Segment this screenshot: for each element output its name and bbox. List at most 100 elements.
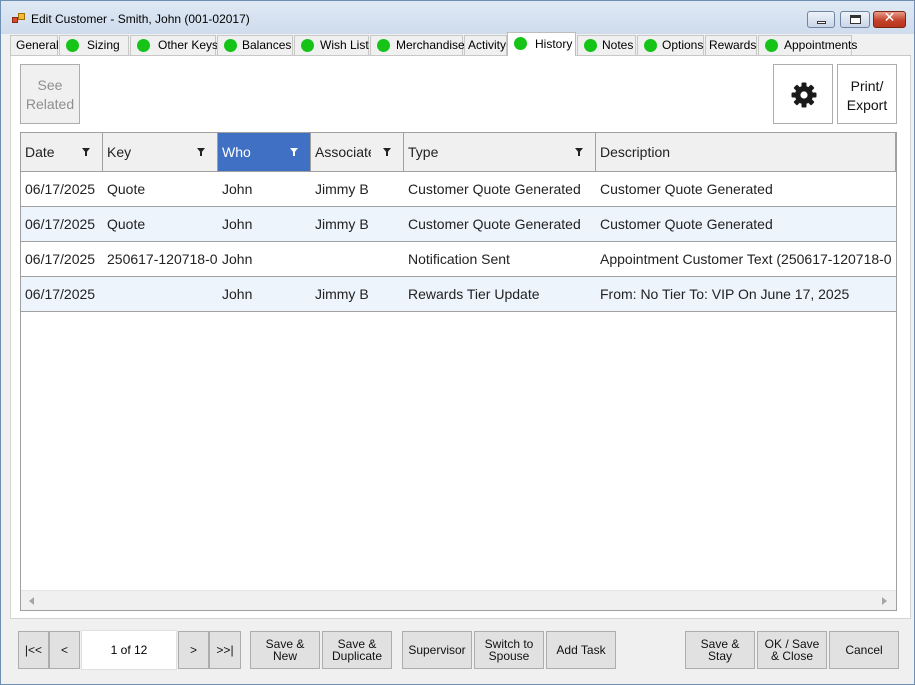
- cell-date: 06/17/2025: [25, 181, 96, 197]
- minimize-button[interactable]: [807, 11, 835, 28]
- tab-sizing[interactable]: Sizing: [59, 35, 129, 55]
- tab-activity[interactable]: Activity: [464, 35, 507, 55]
- grid-header: Date Key Who Associate Type Description: [21, 133, 896, 172]
- button-label-line2: New: [272, 649, 297, 663]
- first-page-button[interactable]: |<<: [18, 631, 49, 669]
- filter-icon[interactable]: [82, 148, 90, 156]
- button-label-line2: Duplicate: [331, 649, 383, 663]
- tab-other-keys[interactable]: Other Keys: [130, 35, 218, 55]
- see-related-button[interactable]: See Related: [20, 64, 80, 124]
- button-label-line2: Stay: [707, 649, 732, 663]
- settings-button[interactable]: [773, 64, 833, 124]
- filter-icon[interactable]: [197, 148, 205, 156]
- button-label-line2: & Close: [770, 649, 814, 663]
- cancel-button[interactable]: Cancel: [829, 631, 899, 669]
- column-label: Associate: [315, 144, 371, 160]
- status-dot-icon: [377, 39, 390, 52]
- history-grid[interactable]: Date Key Who Associate Type Description: [20, 132, 897, 611]
- tab-rewards[interactable]: Rewards: [705, 35, 757, 55]
- print-export-button[interactable]: Print/ Export: [837, 64, 897, 124]
- tab-options[interactable]: Options: [637, 35, 704, 55]
- app-icon: [12, 13, 26, 25]
- column-header-type[interactable]: Type: [404, 133, 596, 171]
- cell-date: 06/17/2025: [25, 251, 96, 267]
- table-row[interactable]: 06/17/2025 Quote John Jimmy B Customer Q…: [21, 172, 896, 207]
- close-icon: ✕: [883, 10, 896, 26]
- column-header-date[interactable]: Date: [21, 133, 103, 171]
- window-title: Edit Customer - Smith, John (001-02017): [31, 12, 250, 26]
- tab-merchandise[interactable]: Merchandise: [370, 35, 465, 55]
- filter-icon[interactable]: [290, 148, 298, 156]
- status-dot-icon: [514, 37, 527, 50]
- table-row[interactable]: 06/17/2025 250617-120718-0 John Notifica…: [21, 242, 896, 277]
- column-header-description[interactable]: Description: [596, 133, 896, 171]
- tab-label: Options: [662, 38, 704, 52]
- cell-type: Rewards Tier Update: [408, 286, 540, 302]
- tab-label: Wish List: [320, 38, 369, 52]
- cell-description: Customer Quote Generated: [600, 181, 773, 197]
- tab-general[interactable]: General: [10, 35, 59, 55]
- tab-wish-list[interactable]: Wish List: [294, 35, 369, 55]
- save-and-stay-button[interactable]: Save & Stay: [685, 631, 755, 669]
- ok-save-close-button[interactable]: OK / Save & Close: [757, 631, 827, 669]
- cell-who: John: [222, 181, 253, 197]
- table-row[interactable]: 06/17/2025 John Jimmy B Rewards Tier Upd…: [21, 277, 896, 312]
- column-label: Type: [408, 144, 439, 160]
- cell-associate: Jimmy B: [315, 181, 369, 197]
- cell-who: John: [222, 286, 253, 302]
- cell-key: [103, 277, 218, 311]
- horizontal-scrollbar[interactable]: [21, 590, 896, 610]
- cell-key: Quote: [107, 181, 146, 197]
- button-label-line2: Spouse: [488, 649, 530, 663]
- filter-icon[interactable]: [575, 148, 583, 156]
- gear-icon: [791, 82, 817, 108]
- maximize-icon: [850, 15, 861, 24]
- cell-associate: [311, 242, 404, 276]
- cell-key: 250617-120718-0: [107, 251, 218, 267]
- title-bar: Edit Customer - Smith, John (001-02017) …: [1, 1, 914, 34]
- tab-label: Appointments: [784, 38, 858, 52]
- table-row[interactable]: 06/17/2025 Quote John Jimmy B Customer Q…: [21, 207, 896, 242]
- scroll-right-icon[interactable]: [882, 597, 887, 605]
- cell-who: John: [222, 216, 253, 232]
- close-button[interactable]: ✕: [873, 10, 906, 28]
- tab-label: Notes: [602, 38, 634, 52]
- tab-balances[interactable]: Balances: [217, 35, 293, 55]
- switch-to-spouse-button[interactable]: Switch to Spouse: [474, 631, 544, 669]
- page-indicator: 1 of 12: [81, 630, 177, 670]
- scroll-left-icon[interactable]: [29, 597, 34, 605]
- cell-type: Notification Sent: [408, 251, 510, 267]
- column-header-who[interactable]: Who: [218, 133, 311, 171]
- last-page-button[interactable]: >>|: [209, 631, 241, 669]
- status-dot-icon: [301, 39, 314, 52]
- cell-who: John: [222, 251, 253, 267]
- tab-label: Balances: [242, 38, 292, 52]
- column-label: Description: [600, 144, 671, 160]
- column-header-associate[interactable]: Associate: [311, 133, 404, 171]
- supervisor-button[interactable]: Supervisor: [402, 631, 472, 669]
- cell-date: 06/17/2025: [25, 216, 96, 232]
- tab-label: Merchandise: [396, 38, 465, 52]
- filter-icon[interactable]: [383, 148, 391, 156]
- column-header-key[interactable]: Key: [103, 133, 218, 171]
- tab-history[interactable]: History: [507, 32, 576, 56]
- add-task-button[interactable]: Add Task: [546, 631, 616, 669]
- column-label: Who: [222, 144, 251, 160]
- maximize-button[interactable]: [840, 11, 870, 28]
- previous-page-button[interactable]: <: [49, 631, 80, 669]
- tab-label: Sizing: [87, 38, 120, 52]
- tab-appointments[interactable]: Appointments: [758, 35, 857, 55]
- button-label-line1: Print/: [850, 78, 884, 94]
- tab-label: History: [535, 37, 573, 51]
- tab-notes[interactable]: Notes: [577, 35, 636, 55]
- status-dot-icon: [584, 39, 597, 52]
- cell-associate: Jimmy B: [315, 216, 369, 232]
- save-and-duplicate-button[interactable]: Save & Duplicate: [322, 631, 392, 669]
- cell-description: Customer Quote Generated: [600, 216, 773, 232]
- status-dot-icon: [224, 39, 237, 52]
- button-label-line1: See: [37, 77, 63, 93]
- column-label: Date: [25, 144, 55, 160]
- save-and-new-button[interactable]: Save & New: [250, 631, 320, 669]
- next-page-button[interactable]: >: [178, 631, 209, 669]
- cell-description: From: No Tier To: VIP On June 17, 2025: [600, 286, 850, 302]
